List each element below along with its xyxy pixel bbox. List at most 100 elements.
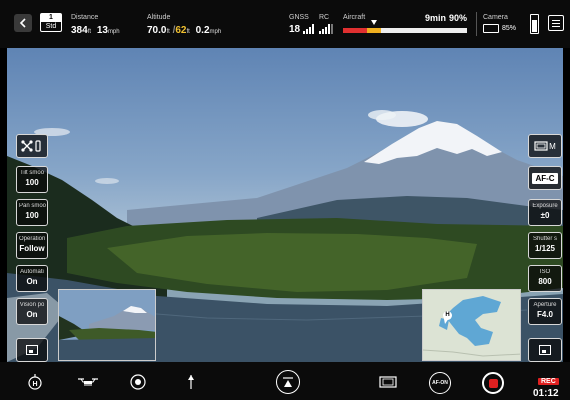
rc-label: RC (319, 14, 330, 21)
frame-button[interactable] (378, 374, 398, 390)
home-point-marker: H (443, 311, 452, 320)
aircraft-status-button[interactable] (76, 374, 100, 390)
horizontal-speed-value: 13 (96, 25, 108, 36)
altitude-label: Altitude (147, 14, 171, 21)
minimap[interactable]: H (422, 289, 521, 361)
back-button[interactable] (14, 14, 32, 32)
pip-toggle-icon (26, 345, 38, 355)
horizontal-speed-unit: mph (107, 29, 120, 35)
af-on-icon: AF-ON (432, 380, 448, 386)
film-mode-button[interactable]: M (528, 134, 562, 158)
orientation-button[interactable] (183, 372, 199, 392)
svg-text:H: H (32, 381, 37, 388)
af-on-button[interactable]: AF-ON (429, 372, 451, 394)
shutter-speed-label: Shutter s (532, 236, 557, 242)
operation-mode-value: Follow (19, 244, 45, 253)
gnss-signal-icon (303, 24, 314, 34)
distance-label: Distance (71, 14, 99, 21)
exposure-label: Exposure (532, 203, 558, 209)
operation-mode-label: Operation (19, 236, 46, 242)
left-view-toggle-button[interactable] (16, 338, 48, 362)
altitude-unit: ft (166, 29, 170, 35)
vertical-speed-value: 0.2 (195, 25, 210, 36)
aircraft-battery-bar (343, 28, 467, 33)
exposure-button[interactable]: Exposure ±0 (528, 199, 562, 226)
vertical-speed-unit: mph (209, 29, 222, 35)
pip-landscape-image (59, 290, 155, 360)
camera-switch-icon (130, 374, 146, 390)
shutter-speed-button[interactable]: Shutter s 1/125 (528, 232, 562, 259)
automatic-value: On (26, 277, 38, 286)
altitude-readout: 70.0ft /62ft 0.2mph (147, 25, 222, 36)
tilt-smoothness-label: Tilt smoo (19, 170, 45, 176)
takeoff-icon (283, 377, 293, 387)
distance-value: 384 (71, 25, 88, 36)
pip-camera-preview[interactable] (58, 289, 156, 361)
altitude-value-secondary: 62 (175, 25, 187, 36)
iso-label: ISO (539, 269, 551, 275)
flight-mode-label: Std (40, 22, 62, 32)
rc-signal-icon (319, 24, 333, 34)
shutter-speed-value: 1/125 (534, 244, 556, 253)
film-frame-icon (534, 141, 548, 151)
minimap-image (423, 290, 520, 360)
pan-smoothness-label: Pan smoo (19, 203, 47, 209)
home-return-icon: H (28, 374, 42, 390)
film-mode-letter: M (549, 141, 556, 151)
battery-critical-zone (343, 28, 367, 33)
device-battery-icon (530, 14, 539, 34)
pan-smoothness-value: 100 (25, 211, 39, 220)
vision-positioning-label: Vision po (19, 302, 45, 308)
automatic-label: Automati (20, 269, 44, 275)
return-to-home-button[interactable]: H (25, 372, 45, 392)
drone-gimbal-icon (21, 140, 41, 152)
aperture-value: F4.0 (536, 310, 553, 319)
operation-mode-button[interactable]: Operation Follow (16, 232, 48, 259)
record-icon (488, 378, 498, 388)
aperture-label: Aperture (533, 302, 557, 308)
divider (476, 12, 477, 36)
camera-battery-percent: 85% (502, 25, 517, 32)
vision-positioning-button[interactable]: Vision po On (16, 298, 48, 325)
orientation-icon (188, 375, 194, 389)
aircraft-icon (78, 378, 98, 386)
takeoff-button[interactable] (276, 370, 300, 394)
gnss-count: 18 (289, 24, 301, 35)
tilt-smoothness-value: 100 (25, 178, 39, 187)
focus-mode-button[interactable]: AF-C (528, 166, 562, 190)
recording-time: 01:12 (533, 388, 559, 399)
exposure-value: ±0 (540, 211, 550, 220)
focus-mode-label: AF-C (532, 172, 558, 184)
automatic-button[interactable]: Automati On (16, 265, 48, 292)
distance-readout: 384ft 13mph (71, 25, 120, 36)
iso-button[interactable]: ISO 800 (528, 265, 562, 292)
altitude-unit-secondary: ft (186, 29, 190, 35)
camera-label: Camera (483, 14, 508, 21)
flight-mode-indicator[interactable]: 1 Std (40, 13, 62, 33)
aircraft-battery-percent: 90% (449, 13, 468, 23)
camera-switch-button[interactable] (128, 372, 148, 392)
aircraft-label: Aircraft (343, 14, 366, 21)
top-status-bar: 1 Std Distance 384ft 13mph Altitude 70.0… (0, 0, 570, 48)
frame-icon (379, 376, 397, 388)
camera-battery-icon (483, 24, 499, 33)
gimbal-mode-button[interactable] (16, 134, 48, 158)
pan-smoothness-button[interactable]: Pan smoo 100 (16, 199, 48, 226)
altitude-value: 70.0 (147, 25, 167, 36)
right-view-toggle-button[interactable] (528, 338, 562, 362)
tilt-smoothness-button[interactable]: Tilt smoo 100 (16, 166, 48, 193)
battery-marker-icon (371, 20, 377, 25)
view-toggle-icon (539, 345, 551, 355)
flight-time-remaining: 9min (425, 13, 447, 23)
menu-button[interactable] (548, 15, 564, 31)
distance-unit: ft (87, 29, 92, 35)
battery-low-zone (367, 28, 381, 33)
record-button[interactable] (482, 372, 504, 394)
iso-value: 800 (538, 277, 552, 286)
aperture-button[interactable]: Aperture F4.0 (528, 298, 562, 325)
vision-positioning-value: On (26, 310, 38, 319)
rec-indicator: REC (538, 378, 559, 385)
chevron-left-icon (19, 18, 26, 28)
gnss-label: GNSS (289, 14, 309, 21)
flight-mode-number: 1 (40, 13, 62, 22)
